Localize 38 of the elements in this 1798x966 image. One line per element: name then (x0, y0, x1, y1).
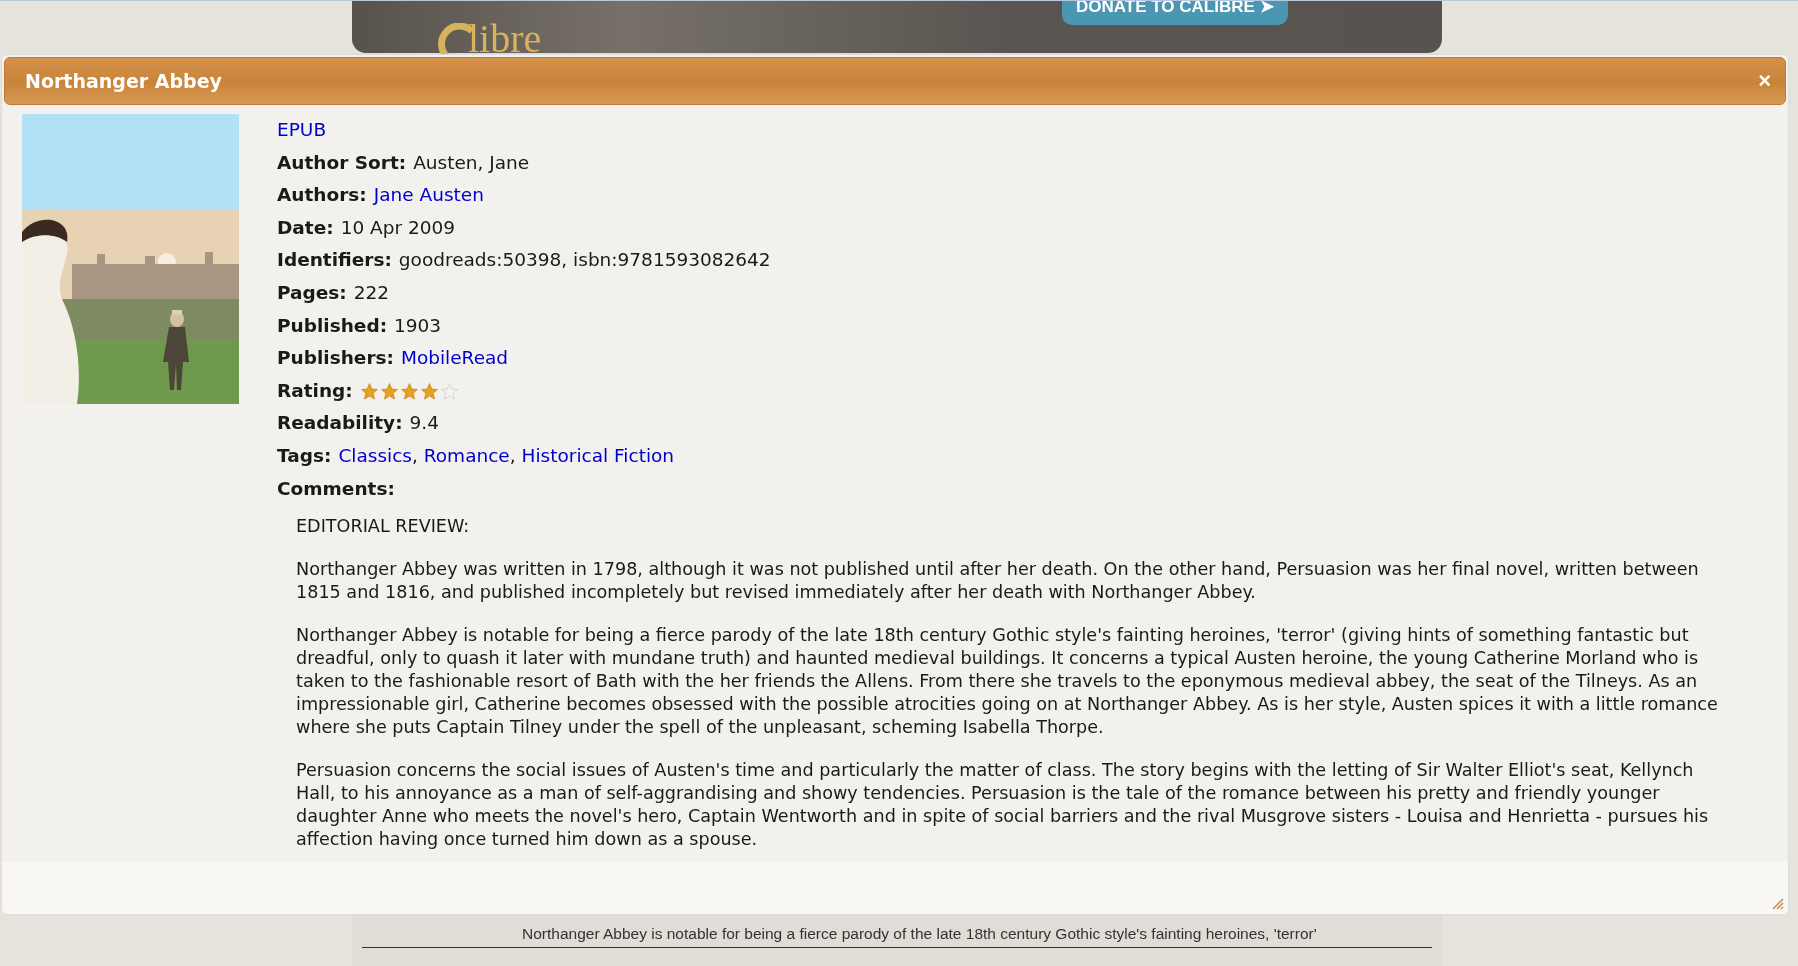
comment-paragraph: Persuasion concerns the social issues of Austen's time and particularly the matter of class. The story begins with the letting of Sir Walter Elliot's seat, Kellynch Hall, to his annoyance as a man of self-aggrandising and showy tendencies. Persuasion is the tale of the romance between his pretty and friendly younger daughter Anne who meets the novel's hero, Captain Wentworth and in spite of social barriers and the rival Musgrove sisters - Louisa and Henrietta - pursues his affection having once turned him down as a spouse. (296, 759, 1710, 852)
field-value: 1903 (394, 313, 442, 338)
field-label: Published: (277, 313, 388, 338)
field-label: Pages: (277, 280, 347, 305)
star-icon (399, 381, 419, 401)
comment-paragraph: Northanger Abbey was written in 1798, although it was not published until after her death. On the other hand, Persuasion was her final novel, written between 1815 and 1816, and published incompletely but revised immediately after her death with Northanger Abbey. (296, 558, 1700, 605)
format-link[interactable]: EPUB (277, 114, 327, 147)
field-label: Authors: (277, 183, 367, 208)
field-label: Tags: (277, 443, 332, 468)
logo-text: libre (468, 19, 542, 59)
field-link[interactable]: Romance (423, 439, 510, 473)
star-icon (419, 381, 439, 401)
comment-paragraph: EDITORIAL REVIEW: (296, 515, 471, 539)
field-label: Publishers: (277, 346, 394, 371)
star-icon (439, 381, 459, 401)
field-label: Readability: (277, 411, 403, 436)
field-label: Comments: (277, 476, 395, 501)
field-value: goodreads:50398, isbn:9781593082642 (398, 248, 771, 273)
field-value: 222 (353, 280, 390, 305)
comment-paragraph: Northanger Abbey is notable for being a fierce parody of the late 18th century Gothic style's fainting heroines, 'terror' (giving hints of something fantastic but dreadful, only to quash it later with mundane truth) and haunted medieval buildings. It concerns a typical Austen heroine, the young Catherine Morland who is taken to the fashionable resort of Bath with the her friends the Allens. From there she travels to the eponymous medieval abbey, the seat of the Tilneys. As an impressionable girl, Catherine becomes obsessed with the possible atrocities going on at Northanger Abbey. As is her style, Austen spices it with a little romance where she puts Captain Tilney under the spell of the unpleasant, scheming Isabella Thorpe. (296, 624, 1719, 740)
separator-text: , (412, 443, 419, 468)
field-label: Author Sort: (277, 150, 407, 175)
field-label: Identifiers: (277, 248, 392, 273)
star-icon (359, 381, 379, 401)
field-link[interactable]: Jane Austen (373, 179, 484, 212)
field-value: Austen, Jane (413, 150, 530, 175)
field-link[interactable]: Classics (338, 439, 412, 473)
field-label: Date: (277, 215, 334, 240)
resize-grip-icon[interactable] (1770, 896, 1784, 910)
book-comment: Northanger Abbey is notable for being a fierce parody of the late 18th century Gothic style's fainting heroines, 'terror' (521, 925, 1318, 943)
field-value: 9.4 (409, 411, 439, 436)
field-link[interactable]: MobileRead (400, 342, 509, 375)
field-value: 10 Apr 2009 (340, 215, 456, 240)
field-label: Rating: (277, 378, 353, 403)
separator-text: , (509, 443, 517, 468)
dialog-title: Northanger Abbey (25, 70, 222, 92)
star-icon (379, 381, 399, 401)
field-link[interactable]: Historical Fiction (521, 439, 675, 473)
